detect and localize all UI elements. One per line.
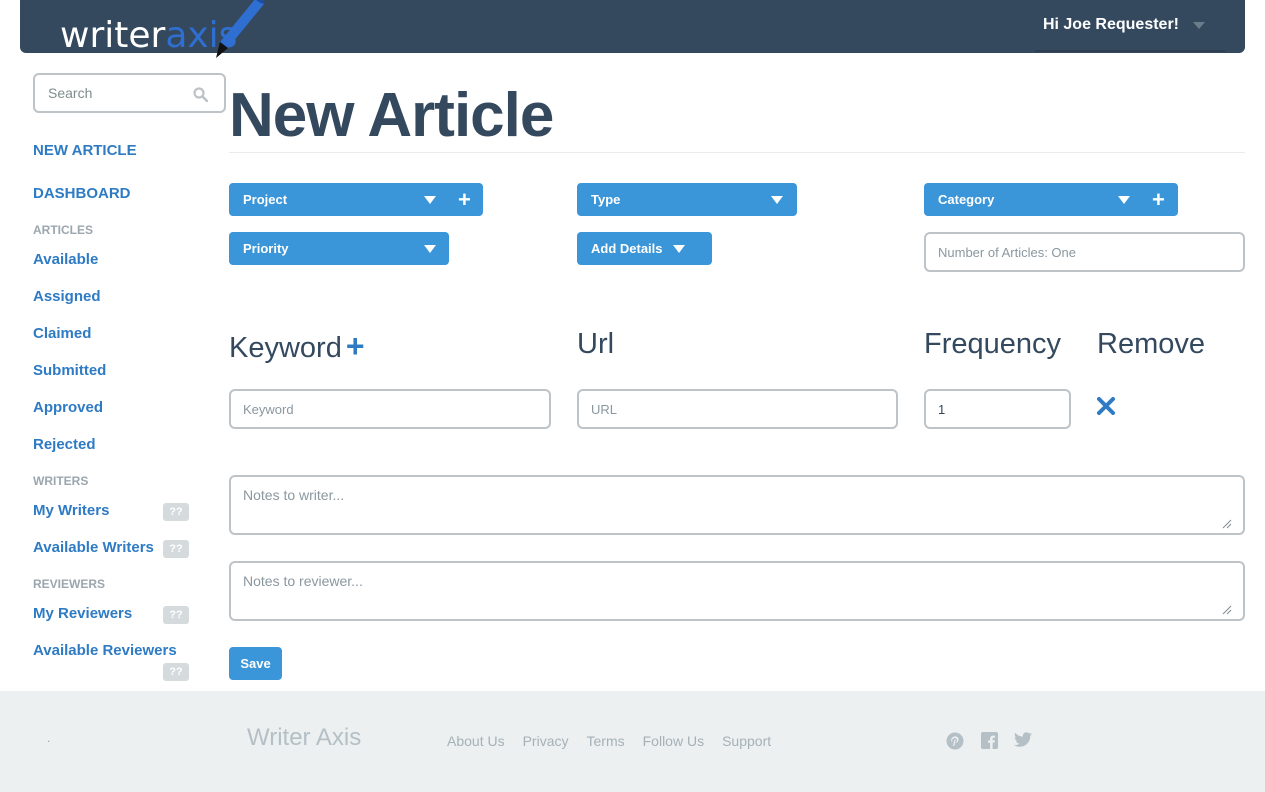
remove-keyword-x-icon[interactable]	[1097, 397, 1115, 415]
project-dropdown[interactable]: Project +	[229, 183, 483, 216]
page: writeraxis Hi Joe Requester! NEW ARTICLE…	[0, 0, 1265, 792]
footer-link-about-us[interactable]: About Us	[447, 733, 505, 749]
chevron-down-icon	[1193, 21, 1205, 29]
search-icon[interactable]	[193, 87, 208, 102]
sidebar-item-assigned[interactable]: Assigned	[33, 288, 101, 305]
sidebar-heading-writers: WRITERS	[33, 474, 89, 488]
chevron-down-icon	[771, 196, 783, 204]
logo-text-writer: writer	[60, 15, 166, 56]
keyword-column-header: Keyword +	[229, 328, 365, 365]
search-box	[33, 73, 226, 113]
footer-dot: .	[47, 731, 51, 745]
keyword-input[interactable]	[229, 389, 551, 429]
category-dropdown-label: Category	[938, 192, 995, 207]
sidebar-item-dashboard[interactable]: DASHBOARD	[33, 185, 131, 202]
add-keyword-plus-icon[interactable]: +	[346, 328, 365, 364]
page-title: New Article	[229, 81, 554, 150]
project-dropdown-label: Project	[243, 192, 288, 207]
facebook-icon[interactable]	[981, 732, 998, 749]
count-badge: ??	[163, 503, 189, 521]
twitter-icon[interactable]	[1014, 732, 1032, 748]
notes-to-reviewer-textarea[interactable]	[229, 561, 1245, 621]
priority-dropdown-label: Priority	[243, 241, 289, 256]
notes-to-writer-textarea[interactable]	[229, 475, 1245, 535]
divider	[229, 152, 1245, 153]
url-column-header: Url	[577, 328, 615, 360]
add-project-plus-icon[interactable]: +	[458, 183, 471, 216]
footer-link-follow-us[interactable]: Follow Us	[643, 733, 704, 749]
save-button[interactable]: Save	[229, 647, 282, 680]
sidebar-item-rejected[interactable]: Rejected	[33, 436, 96, 453]
sidebar-item-available[interactable]: Available	[33, 251, 98, 268]
sidebar-item-my-reviewers[interactable]: My Reviewers	[33, 605, 132, 622]
user-menu[interactable]: Hi Joe Requester!	[1043, 16, 1205, 34]
sidebar: NEW ARTICLE DASHBOARD ARTICLES Available…	[33, 73, 226, 681]
sidebar-heading-reviewers: REVIEWERS	[33, 577, 106, 591]
footer-link-privacy[interactable]: Privacy	[523, 733, 569, 749]
sidebar-item-claimed[interactable]: Claimed	[33, 325, 91, 342]
top-navbar: writeraxis Hi Joe Requester!	[20, 0, 1245, 58]
chevron-down-icon	[424, 245, 436, 253]
sidebar-item-new-article[interactable]: NEW ARTICLE	[33, 142, 137, 159]
url-input[interactable]	[577, 389, 898, 429]
sidebar-heading-articles: ARTICLES	[33, 223, 93, 237]
keyword-column-label: Keyword	[229, 332, 342, 364]
number-of-articles-input[interactable]	[924, 232, 1245, 272]
footer: . Writer Axis About Us Privacy Terms Fol…	[0, 691, 1265, 792]
resize-grip-icon[interactable]	[1222, 519, 1232, 529]
chevron-down-icon	[1118, 196, 1130, 204]
pinterest-icon[interactable]	[946, 732, 964, 750]
footer-link-support[interactable]: Support	[722, 733, 771, 749]
type-dropdown[interactable]: Type	[577, 183, 797, 216]
chevron-down-icon	[424, 196, 436, 204]
user-menu-underline	[1035, 50, 1225, 52]
sidebar-item-my-writers[interactable]: My Writers	[33, 502, 109, 519]
remove-column-header: Remove	[1097, 328, 1205, 360]
resize-grip-icon[interactable]	[1222, 605, 1232, 615]
add-category-plus-icon[interactable]: +	[1152, 183, 1165, 216]
sidebar-item-submitted[interactable]: Submitted	[33, 362, 106, 379]
count-badge: ??	[163, 663, 189, 681]
add-details-dropdown[interactable]: Add Details	[577, 232, 712, 265]
chevron-down-icon	[673, 245, 685, 253]
sidebar-item-available-reviewers[interactable]: Available Reviewers	[33, 642, 177, 659]
sidebar-item-available-writers[interactable]: Available Writers	[33, 539, 154, 556]
search-input[interactable]	[48, 75, 198, 111]
frequency-input[interactable]	[924, 389, 1071, 429]
footer-brand: Writer Axis	[247, 724, 362, 751]
writer-axis-logo[interactable]: writeraxis	[60, 0, 264, 60]
priority-dropdown[interactable]: Priority	[229, 232, 449, 265]
footer-links: About Us Privacy Terms Follow Us Support	[447, 733, 771, 749]
sidebar-item-approved[interactable]: Approved	[33, 399, 103, 416]
footer-link-terms[interactable]: Terms	[587, 733, 625, 749]
count-badge: ??	[163, 540, 189, 558]
pen-icon	[216, 0, 264, 58]
frequency-column-header: Frequency	[924, 328, 1062, 360]
add-details-dropdown-label: Add Details	[591, 241, 663, 256]
count-badge: ??	[163, 606, 189, 624]
category-dropdown[interactable]: Category +	[924, 183, 1178, 216]
type-dropdown-label: Type	[591, 192, 621, 207]
user-greeting: Hi Joe Requester!	[1042, 16, 1179, 33]
